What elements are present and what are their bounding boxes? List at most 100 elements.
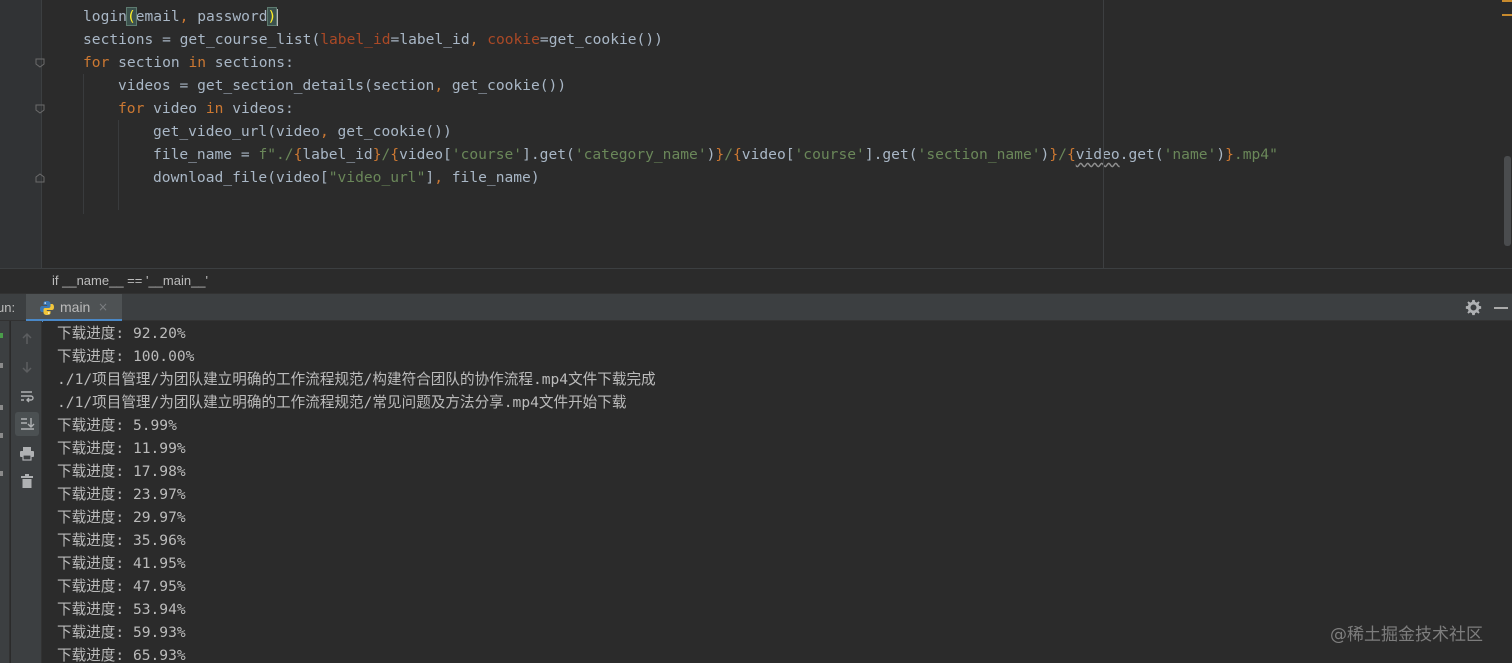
strip-icon[interactable]	[0, 405, 3, 410]
strip-icon[interactable]	[0, 363, 3, 368]
run-toolbar: un: main ×	[0, 293, 1512, 322]
console-line: ./1/项目管理/为团队建立明确的工作流程规范/构建符合团队的协作流程.mp4文…	[57, 371, 656, 388]
right-margin-guide	[1103, 0, 1104, 268]
code-token: 'name'	[1163, 146, 1217, 163]
code-token: password	[197, 8, 268, 25]
code-token: ,	[179, 8, 198, 25]
code-token: f"./	[258, 146, 294, 163]
code-token: ,	[319, 123, 338, 140]
fold-marker-icon[interactable]	[35, 58, 45, 68]
scroll-to-end-icon[interactable]	[15, 412, 39, 436]
arrow-up-icon[interactable]	[15, 327, 39, 351]
code-editor[interactable]: login(email, password) sections = get_cou…	[0, 0, 1512, 268]
code-token: {	[733, 146, 742, 163]
warning-marker[interactable]	[1502, 0, 1512, 2]
code-token: 'course'	[451, 146, 523, 163]
breadcrumb-item[interactable]: if __name__ == '__main__'	[52, 273, 208, 288]
code-token: file_name)	[451, 169, 540, 186]
code-line: for section in sections:	[83, 51, 294, 74]
code-token: video	[1075, 146, 1120, 163]
code-line: login(email, password)	[83, 5, 279, 28]
fold-marker-icon[interactable]	[35, 104, 45, 114]
fold-end-icon[interactable]	[35, 173, 45, 183]
warning-marker[interactable]	[1502, 14, 1512, 16]
code-token: for	[118, 100, 145, 117]
rerun-icon[interactable]	[0, 333, 3, 338]
strip-icon[interactable]	[0, 433, 3, 438]
code-token: sections:	[206, 54, 294, 71]
console-line: 下载进度: 59.93%	[57, 624, 186, 641]
code-token: 'section_name'	[917, 146, 1041, 163]
code-token: login	[83, 8, 127, 25]
tool-window-strip	[0, 321, 10, 663]
code-token: }	[1225, 146, 1234, 163]
code-token: video[	[741, 146, 795, 163]
console-line: ./1/项目管理/为团队建立明确的工作流程规范/常见问题及方法分享.mp4文件开…	[57, 394, 627, 411]
code-token: "video_url"	[328, 169, 426, 186]
console-line: 下载进度: 17.98%	[57, 463, 186, 480]
console-line: 下载进度: 5.99%	[57, 417, 177, 434]
code-token: =get_cookie())	[539, 31, 663, 48]
breadcrumb: if __name__ == '__main__'	[0, 268, 1512, 293]
code-line: file_name = f"./{label_id}/{video['cours…	[153, 143, 1278, 166]
tab-main[interactable]: main ×	[26, 294, 122, 322]
tab-label: main	[60, 299, 91, 315]
code-line: download_file(video["video_url"], file_n…	[153, 166, 540, 189]
code-line: for video in videos:	[118, 97, 294, 120]
code-line: get_video_url(video, get_cookie())	[153, 120, 452, 143]
console-output[interactable]: 下载进度: 92.20% 下载进度: 100.00% ./1/项目管理/为团队建立明…	[43, 321, 1512, 663]
console-line: 下载进度: 23.97%	[57, 486, 186, 503]
run-tools	[11, 321, 42, 663]
code-token: ]	[425, 169, 435, 186]
code-token: )	[266, 7, 278, 26]
code-token: {	[1066, 146, 1076, 163]
code-token: download_file(video[	[153, 169, 329, 186]
code-token: ,	[434, 77, 452, 94]
console-line: 下载进度: 29.97%	[57, 509, 186, 526]
code-token: )	[1216, 146, 1226, 163]
indent-guide	[118, 120, 119, 210]
watermark: @稀土掘金技术社区	[1330, 625, 1483, 645]
code-token: /	[381, 146, 391, 163]
print-icon[interactable]	[15, 441, 39, 465]
code-token: get_video_url(video	[153, 123, 320, 140]
code-token: label_id	[302, 146, 373, 163]
editor-scroll-thumb[interactable]	[1504, 156, 1511, 246]
code-token: /	[1058, 146, 1067, 163]
code-token: in	[205, 100, 224, 117]
console-line: 下载进度: 47.95%	[57, 578, 186, 595]
code-token: ,	[469, 31, 488, 48]
code-token: label_id	[320, 31, 391, 48]
code-token: /	[724, 146, 733, 163]
text-caret	[276, 8, 279, 26]
indent-guide	[83, 74, 84, 214]
code-token: get_cookie())	[451, 77, 567, 94]
console-line: 下载进度: 41.95%	[57, 555, 186, 572]
code-token: get_cookie())	[337, 123, 452, 140]
code-token: .mp4"	[1233, 146, 1278, 163]
soft-wrap-icon[interactable]	[15, 384, 39, 408]
close-icon[interactable]: ×	[98, 300, 108, 314]
code-token: ,	[434, 169, 452, 186]
run-label: un:	[0, 300, 16, 315]
code-token: for	[83, 54, 110, 71]
code-token: ].get(	[522, 146, 575, 163]
code-token: in	[188, 54, 207, 71]
code-token: videos = get_section_details(section	[118, 77, 435, 94]
code-token: ].get(	[864, 146, 918, 163]
console-line: 下载进度: 35.96%	[57, 532, 186, 549]
code-line: sections = get_course_list(label_id=labe…	[83, 28, 663, 51]
code-token: sections = get_course_list(	[83, 31, 321, 48]
arrow-down-icon[interactable]	[15, 355, 39, 379]
gear-icon[interactable]	[1465, 299, 1482, 316]
editor-gutter	[0, 0, 42, 268]
minimize-icon[interactable]	[1494, 307, 1508, 309]
code-token: file_name =	[153, 146, 259, 163]
code-token: =label_id	[390, 31, 470, 48]
code-token: video	[144, 100, 206, 117]
trash-icon[interactable]	[15, 469, 39, 493]
code-token: }	[1049, 146, 1059, 163]
console-line: 下载进度: 65.93%	[57, 647, 186, 663]
strip-icon[interactable]	[0, 471, 3, 476]
editor-scrollbar[interactable]	[1502, 0, 1512, 268]
